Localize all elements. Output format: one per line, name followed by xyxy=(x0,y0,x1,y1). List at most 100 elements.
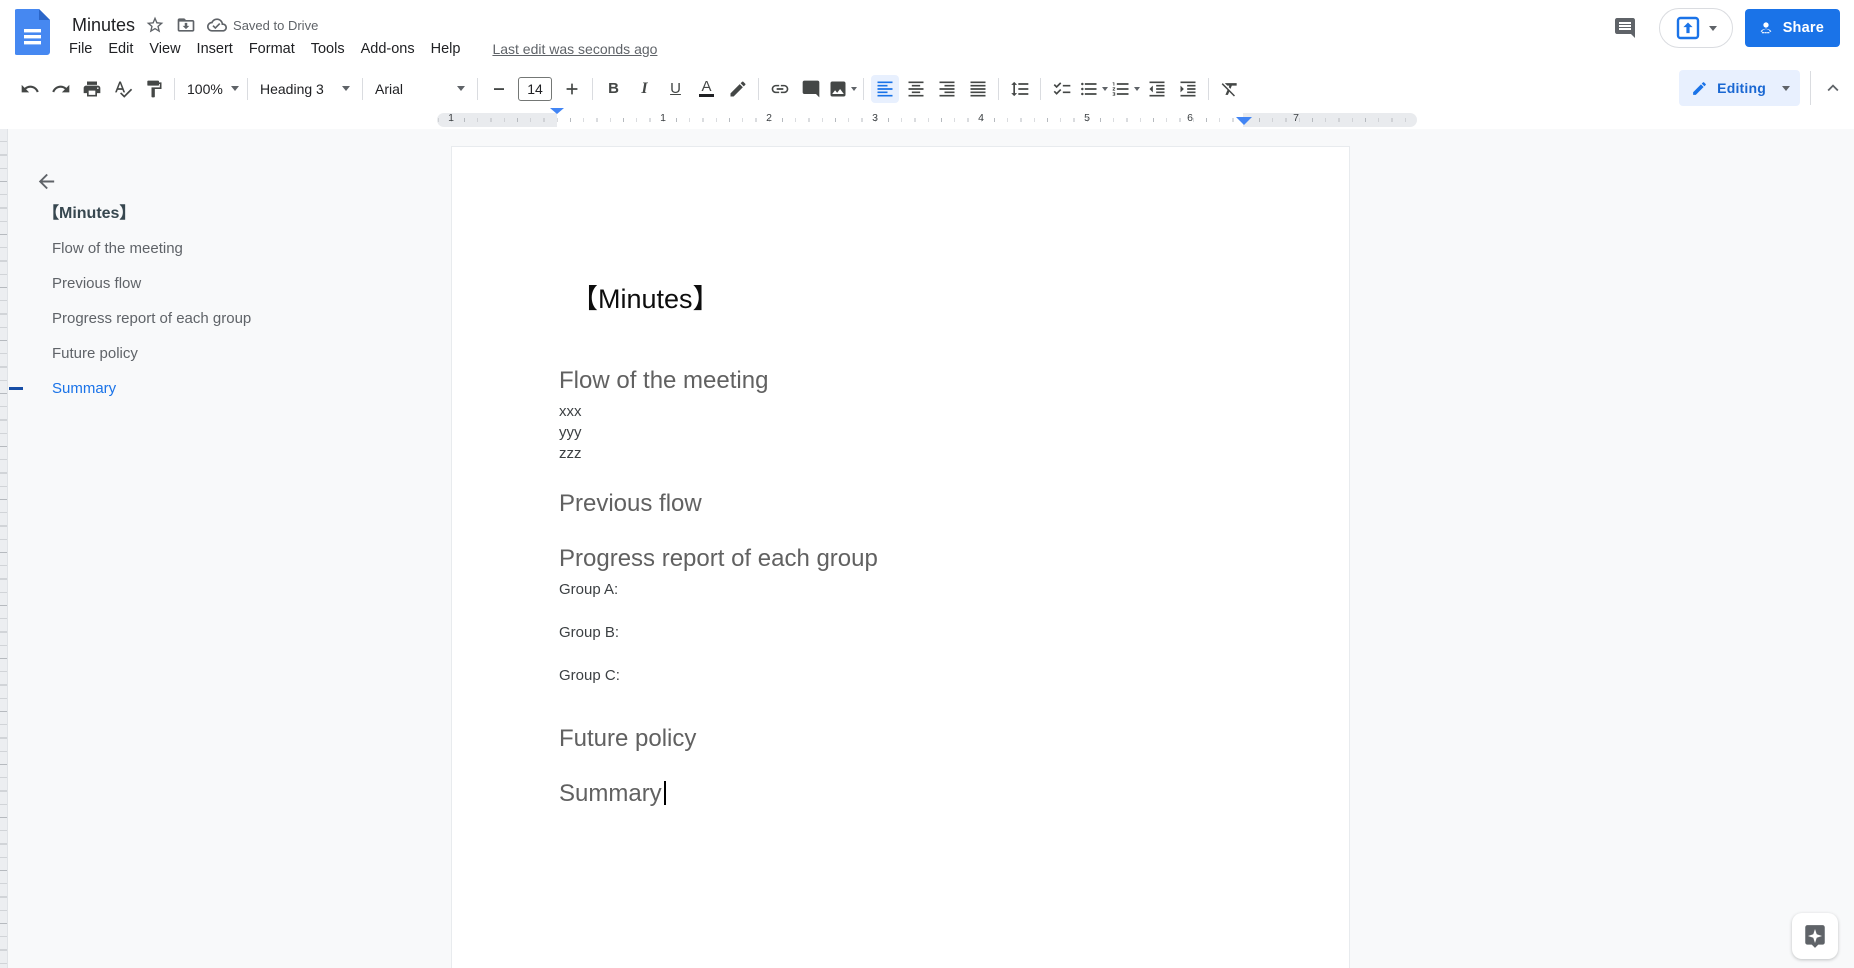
clear-formatting-button[interactable] xyxy=(1216,75,1244,103)
document-paragraph[interactable]: Group B: xyxy=(559,622,1259,643)
align-left-icon xyxy=(877,81,892,96)
document-paragraph[interactable]: xxx xyxy=(559,401,1259,422)
line-spacing-button[interactable] xyxy=(1006,75,1034,103)
menu-item[interactable]: Edit xyxy=(100,38,141,60)
hide-menus-button[interactable] xyxy=(1810,71,1844,105)
paint-format-button[interactable] xyxy=(140,75,168,103)
explore-button[interactable] xyxy=(1792,913,1838,959)
menu-item[interactable]: View xyxy=(141,38,188,60)
align-right-button[interactable] xyxy=(933,75,961,103)
decrease-font-size-button[interactable] xyxy=(485,75,513,103)
google-docs-logo-icon[interactable] xyxy=(15,9,50,55)
outline-item[interactable]: Future policy xyxy=(0,336,400,371)
back-arrow-icon xyxy=(38,173,54,189)
italic-button[interactable]: I xyxy=(631,75,659,103)
save-status[interactable]: Saved to Drive xyxy=(207,15,318,35)
underline-button[interactable]: U xyxy=(662,75,690,103)
document-title[interactable]: Minutes xyxy=(68,14,139,37)
align-center-button[interactable] xyxy=(902,75,930,103)
numbered-list-button[interactable] xyxy=(1111,75,1140,103)
document-paragraph[interactable]: zzz xyxy=(559,443,1259,464)
document-paragraph[interactable]: Group A: xyxy=(559,579,1259,600)
document-page[interactable]: 【Minutes】 Flow of the meeting xxx yyy zzz Pre… xyxy=(451,146,1350,968)
document-paragraph[interactable]: Group C: xyxy=(559,665,1259,686)
bulleted-list-icon xyxy=(1080,82,1096,95)
print-button[interactable] xyxy=(78,75,106,103)
present-icon xyxy=(1676,16,1699,40)
horizontal-ruler[interactable]: 11234567 xyxy=(0,108,1854,131)
share-person-icon xyxy=(1760,22,1771,34)
add-comment-button[interactable] xyxy=(797,75,825,103)
star-button[interactable] xyxy=(140,10,170,40)
align-right-icon xyxy=(939,81,954,96)
chevron-down-icon xyxy=(230,86,239,95)
bulleted-list-button[interactable] xyxy=(1079,75,1108,103)
add-comment-icon xyxy=(802,80,819,97)
undo-button[interactable] xyxy=(16,75,44,103)
right-indent-marker[interactable] xyxy=(1236,117,1252,125)
toolbar-separator xyxy=(174,77,175,100)
justify-button[interactable] xyxy=(964,75,992,103)
clear-formatting-icon xyxy=(1221,82,1237,96)
menu-item[interactable]: Help xyxy=(423,38,469,60)
cloud-saved-icon xyxy=(207,18,228,32)
decrease-indent-button[interactable] xyxy=(1143,75,1171,103)
checklist-button[interactable] xyxy=(1048,75,1076,103)
zoom-select[interactable]: 100% xyxy=(180,75,242,103)
share-button-label: Share xyxy=(1782,20,1824,36)
chevron-down-icon xyxy=(1782,85,1790,95)
toolbar-separator xyxy=(247,77,248,100)
outline-item[interactable]: Summary xyxy=(0,371,400,406)
close-outline-button[interactable] xyxy=(26,161,66,201)
insert-image-button[interactable] xyxy=(828,75,857,103)
menu-item[interactable]: Format xyxy=(241,38,303,60)
insert-link-button[interactable] xyxy=(766,75,794,103)
move-folder-icon xyxy=(177,18,195,32)
document-paragraph[interactable]: Future policy xyxy=(559,724,1259,754)
highlight-color-button[interactable] xyxy=(724,75,752,103)
explore-icon xyxy=(1805,925,1825,948)
redo-button[interactable] xyxy=(47,75,75,103)
menu-item[interactable]: File xyxy=(61,38,100,60)
document-paragraph[interactable]: Progress report of each group xyxy=(559,544,1259,574)
title-bar: Minutes Saved to Drive File Edit View Inser… xyxy=(0,0,1854,66)
image-icon xyxy=(830,81,845,96)
menu-item[interactable]: Tools xyxy=(303,38,353,60)
document-paragraph[interactable]: Summary xyxy=(559,779,1259,809)
ruler-ticks xyxy=(437,118,1417,122)
spell-check-button[interactable] xyxy=(109,75,137,103)
document-paragraph[interactable]: 【Minutes】 xyxy=(559,282,1259,316)
chevron-down-icon xyxy=(342,86,350,95)
share-button[interactable]: Share xyxy=(1744,9,1840,47)
outline-item[interactable]: Flow of the meeting xyxy=(0,231,400,266)
document-paragraph[interactable]: yyy xyxy=(559,422,1259,443)
justify-icon xyxy=(970,81,985,96)
chevron-up-icon xyxy=(1827,84,1838,92)
undo-icon xyxy=(21,84,39,92)
align-left-button[interactable] xyxy=(870,74,899,103)
outline-item[interactable]: Progress report of each group xyxy=(0,301,400,336)
menu-item[interactable]: Insert xyxy=(189,38,241,60)
font-size-input[interactable]: 14 xyxy=(518,76,552,101)
numbered-list-icon xyxy=(1112,81,1128,96)
menu-item[interactable]: Add-ons xyxy=(353,38,423,60)
outline-item[interactable]: 【Minutes】 xyxy=(0,196,400,231)
increase-indent-button[interactable] xyxy=(1174,75,1202,103)
present-button[interactable] xyxy=(1658,8,1733,48)
outline-item[interactable]: Previous flow xyxy=(0,266,400,301)
paragraph-style-select[interactable]: Heading 3 xyxy=(253,75,357,103)
text-color-button[interactable]: A xyxy=(693,75,721,103)
document-paragraph[interactable]: Flow of the meeting xyxy=(559,366,1259,396)
comment-history-icon xyxy=(1614,18,1635,38)
print-icon xyxy=(83,81,100,96)
font-select[interactable]: Arial xyxy=(368,75,472,103)
editing-mode-select[interactable]: Editing xyxy=(1679,70,1800,106)
increase-font-size-button[interactable] xyxy=(558,75,586,103)
toolbar-separator xyxy=(998,77,999,100)
document-paragraph[interactable]: Previous flow xyxy=(559,489,1259,519)
move-to-folder-button[interactable] xyxy=(171,10,201,40)
last-edit-link[interactable]: Last edit was seconds ago xyxy=(492,41,657,57)
pencil-icon xyxy=(1693,81,1707,95)
open-comment-history-button[interactable] xyxy=(1605,8,1645,48)
bold-button[interactable]: B xyxy=(600,75,628,103)
